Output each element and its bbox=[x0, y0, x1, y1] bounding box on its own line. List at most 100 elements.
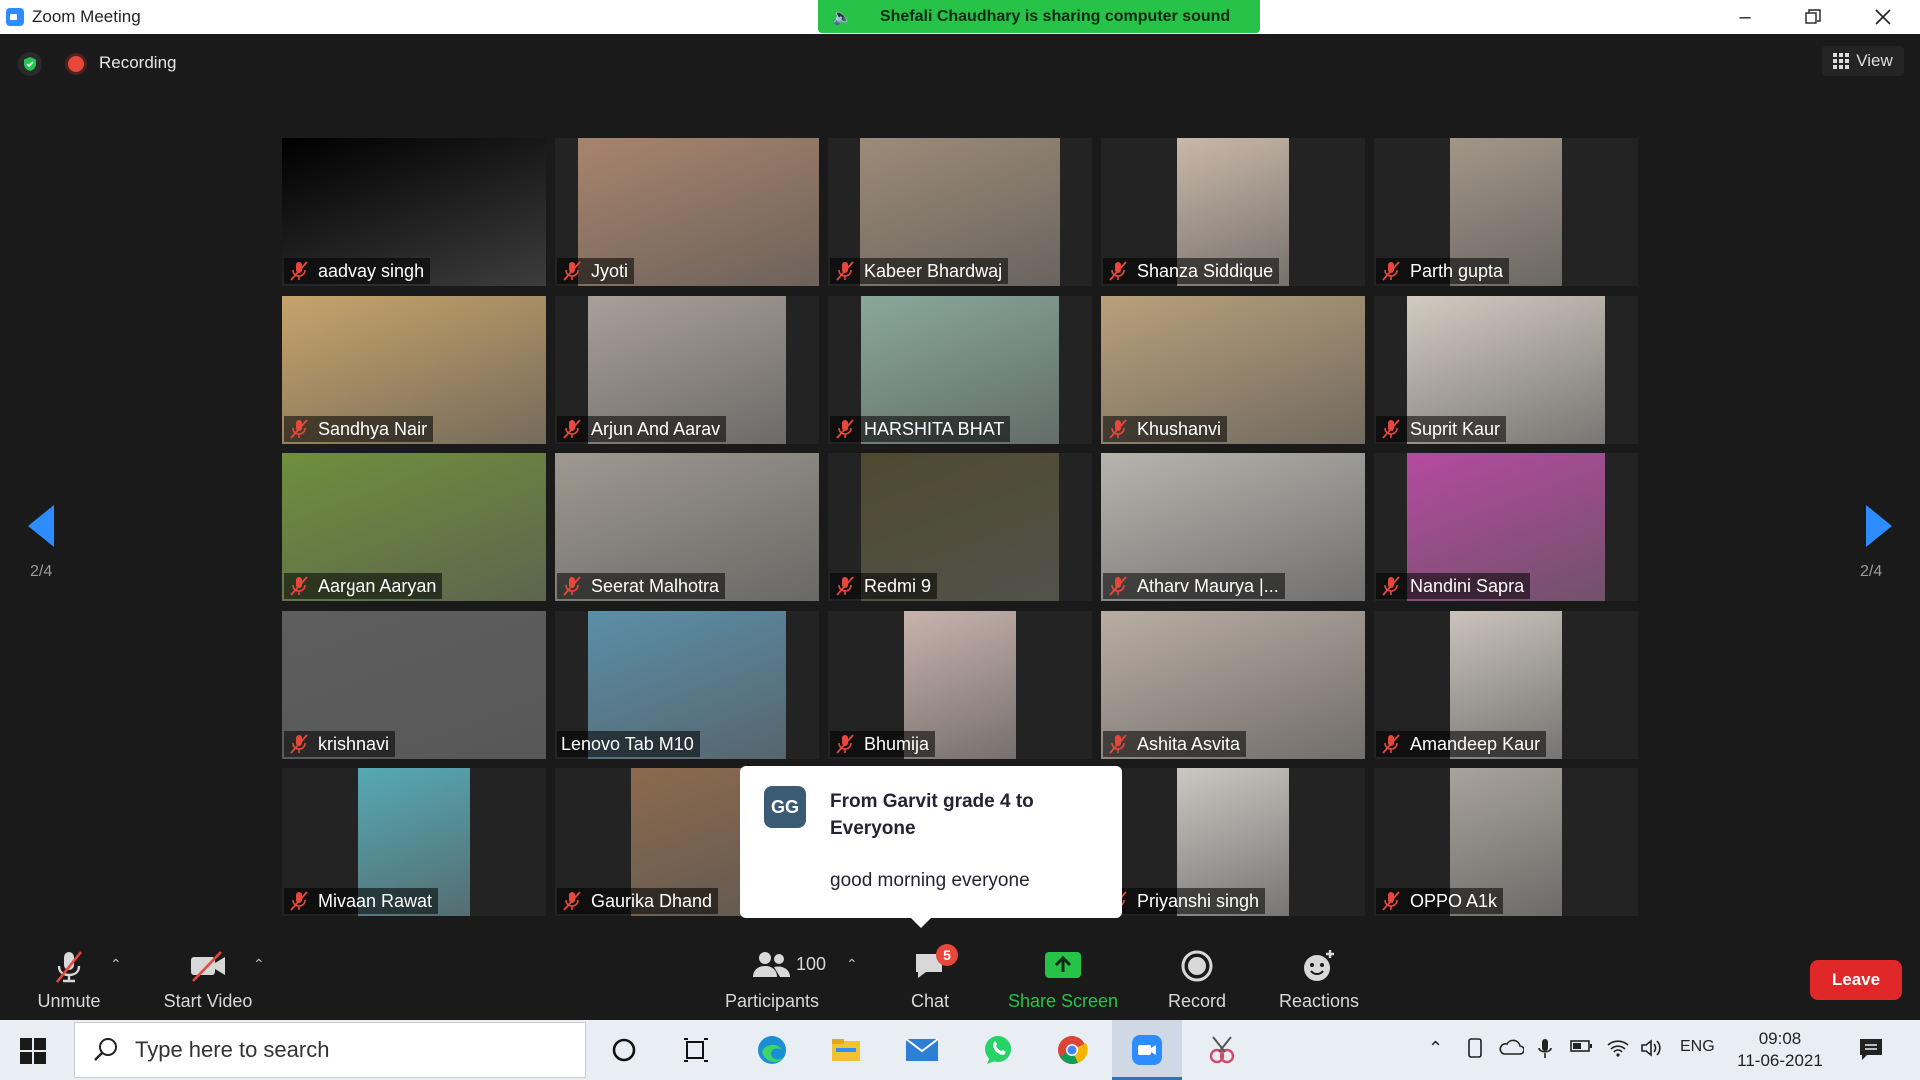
battery-icon[interactable] bbox=[1570, 1038, 1594, 1059]
participant-tile[interactable]: Amandeep Kaur bbox=[1374, 611, 1638, 759]
snipping-tool-icon[interactable] bbox=[1204, 1032, 1240, 1068]
previous-page-arrow-icon[interactable] bbox=[28, 505, 54, 547]
microphone-icon[interactable] bbox=[1538, 1038, 1552, 1065]
participant-tile[interactable]: Redmi 9 bbox=[828, 453, 1092, 601]
wifi-icon[interactable] bbox=[1606, 1038, 1630, 1063]
participant-name-tag: Sandhya Nair bbox=[284, 416, 434, 442]
taskbar-search-box[interactable]: Type here to search bbox=[74, 1022, 586, 1078]
participants-options-caret-icon[interactable]: ⌃ bbox=[846, 956, 858, 972]
participant-tile[interactable]: Jyoti bbox=[555, 138, 819, 286]
participant-tile[interactable]: krishnavi bbox=[282, 611, 546, 759]
participant-tile[interactable]: Suprit Kaur bbox=[1374, 296, 1638, 444]
participant-tile[interactable]: Kabeer Bhardwaj bbox=[828, 138, 1092, 286]
share-screen-button[interactable]: Share Screen bbox=[1006, 938, 1120, 1020]
participant-name: Arjun And Aarav bbox=[591, 418, 721, 439]
recording-dot-icon bbox=[68, 56, 84, 72]
participant-name-tag: Ashita Asvita bbox=[1103, 731, 1247, 757]
view-button[interactable]: View bbox=[1822, 46, 1904, 76]
page-indicator-right: 2/4 bbox=[1860, 563, 1883, 580]
restore-button[interactable] bbox=[1778, 0, 1848, 34]
participant-name-tag: Bhumija bbox=[830, 731, 936, 757]
unmute-button[interactable]: Unmute bbox=[22, 938, 116, 1020]
taskbar-clock[interactable]: 09:08 11-06-2021 bbox=[1720, 1028, 1840, 1072]
participant-tile[interactable]: OPPO A1k bbox=[1374, 768, 1638, 916]
whatsapp-icon[interactable] bbox=[980, 1032, 1016, 1068]
participant-name-tag: OPPO A1k bbox=[1376, 888, 1504, 914]
zoom-taskbar-icon[interactable] bbox=[1129, 1032, 1165, 1068]
show-hidden-icons-caret-icon[interactable]: ⌃ bbox=[1428, 1038, 1443, 1059]
participant-tile[interactable]: Ashita Asvita bbox=[1101, 611, 1365, 759]
participant-tile[interactable]: Seerat Malhotra bbox=[555, 453, 819, 601]
meeting-toolbar: Unmute ⌃ Start Video ⌃ 100 Participants … bbox=[0, 938, 1920, 1020]
participant-tile[interactable]: Aarყan Aaryan bbox=[282, 453, 546, 601]
close-button[interactable] bbox=[1848, 0, 1918, 34]
leave-button[interactable]: Leave bbox=[1810, 960, 1902, 1000]
record-button[interactable]: Record bbox=[1162, 938, 1232, 1020]
participant-name-tag: Amandeep Kaur bbox=[1376, 731, 1547, 757]
language-indicator[interactable]: ENG bbox=[1680, 1038, 1715, 1056]
muted-mic-icon bbox=[1107, 575, 1129, 597]
participant-tile[interactable]: Bhumija bbox=[828, 611, 1092, 759]
edge-browser-icon[interactable] bbox=[754, 1032, 790, 1068]
participant-name: Amandeep Kaur bbox=[1410, 733, 1541, 754]
onedrive-cloud-icon[interactable] bbox=[1498, 1038, 1525, 1061]
encryption-shield-icon[interactable] bbox=[18, 52, 42, 76]
participant-tile[interactable]: Atharv Maurya |... bbox=[1101, 453, 1365, 601]
participant-name: Mivaan Rawat bbox=[318, 890, 433, 911]
participant-tile[interactable]: aadvay singh bbox=[282, 138, 546, 286]
participant-tile[interactable]: Priyanshi singh bbox=[1101, 768, 1365, 916]
participant-name-tag: aadvay singh bbox=[284, 258, 431, 284]
share-screen-icon bbox=[1043, 948, 1083, 987]
cortana-circle-icon[interactable] bbox=[606, 1032, 642, 1068]
participant-name: Ashita Asvita bbox=[1137, 733, 1241, 754]
muted-mic-icon bbox=[1107, 260, 1129, 282]
muted-mic-icon bbox=[561, 575, 583, 597]
start-video-button[interactable]: Start Video bbox=[158, 938, 258, 1020]
participant-name-tag: Gaurika Dhand bbox=[557, 888, 719, 914]
file-explorer-icon[interactable] bbox=[828, 1032, 864, 1068]
audio-options-caret-icon[interactable]: ⌃ bbox=[110, 956, 122, 972]
video-options-caret-icon[interactable]: ⌃ bbox=[253, 956, 265, 972]
participants-label: Participants bbox=[724, 991, 820, 1011]
task-view-icon[interactable] bbox=[678, 1032, 714, 1068]
participants-button[interactable]: 100 Participants bbox=[716, 938, 828, 1020]
participant-tile[interactable]: Arjun And Aarav bbox=[555, 296, 819, 444]
participant-tile[interactable]: Sandhya Nair bbox=[282, 296, 546, 444]
participant-tile[interactable]: Lenovo Tab M10 bbox=[555, 611, 819, 759]
chat-notification-popup[interactable]: GG From Garvit grade 4 to Everyone good … bbox=[740, 766, 1122, 928]
muted-mic-icon bbox=[1380, 418, 1402, 440]
participant-tile[interactable]: Shanza Siddique bbox=[1101, 138, 1365, 286]
windows-taskbar: Type here to search ⌃ ENG 09:08 11-06-20… bbox=[0, 1020, 1920, 1080]
muted-mic-icon bbox=[1380, 890, 1402, 912]
participant-tile[interactable]: HARSHITA BHAT bbox=[828, 296, 1092, 444]
sender-avatar: GG bbox=[764, 786, 806, 828]
participant-name-tag: Atharv Maurya |... bbox=[1103, 573, 1285, 599]
muted-mic-icon bbox=[288, 418, 310, 440]
participant-name: Aarყan Aaryan bbox=[318, 575, 437, 596]
muted-mic-icon bbox=[561, 260, 583, 282]
recording-label[interactable]: Recording bbox=[99, 53, 177, 73]
participant-name: Suprit Kaur bbox=[1410, 418, 1501, 439]
reactions-button[interactable]: Reactions bbox=[1272, 938, 1366, 1020]
device-icon[interactable] bbox=[1466, 1038, 1484, 1063]
participant-tile[interactable]: Khushanvi bbox=[1101, 296, 1365, 444]
participant-tile[interactable]: Mivaan Rawat bbox=[282, 768, 546, 916]
next-page-arrow-icon[interactable] bbox=[1866, 505, 1892, 547]
minimize-button[interactable]: – bbox=[1710, 0, 1780, 34]
notifications-icon[interactable] bbox=[1858, 1036, 1884, 1067]
sharing-sound-banner[interactable]: 🔈 Shefali Chaudhary is sharing computer … bbox=[818, 0, 1260, 33]
muted-mic-icon bbox=[1107, 418, 1129, 440]
muted-mic-icon bbox=[288, 260, 310, 282]
participant-tile[interactable]: Parth gupta bbox=[1374, 138, 1638, 286]
volume-icon[interactable] bbox=[1640, 1038, 1664, 1063]
mail-icon[interactable] bbox=[904, 1032, 940, 1068]
muted-mic-icon bbox=[288, 733, 310, 755]
participant-name-tag: Shanza Siddique bbox=[1103, 258, 1280, 284]
participant-name: Redmi 9 bbox=[864, 575, 932, 596]
windows-start-icon[interactable] bbox=[20, 1038, 46, 1064]
participant-name-tag: Lenovo Tab M10 bbox=[557, 731, 700, 757]
participant-tile[interactable]: Nandini Sapra bbox=[1374, 453, 1638, 601]
participant-name: Nandini Sapra bbox=[1410, 575, 1525, 596]
participant-name: Shanza Siddique bbox=[1137, 260, 1274, 281]
chrome-icon[interactable] bbox=[1054, 1032, 1090, 1068]
